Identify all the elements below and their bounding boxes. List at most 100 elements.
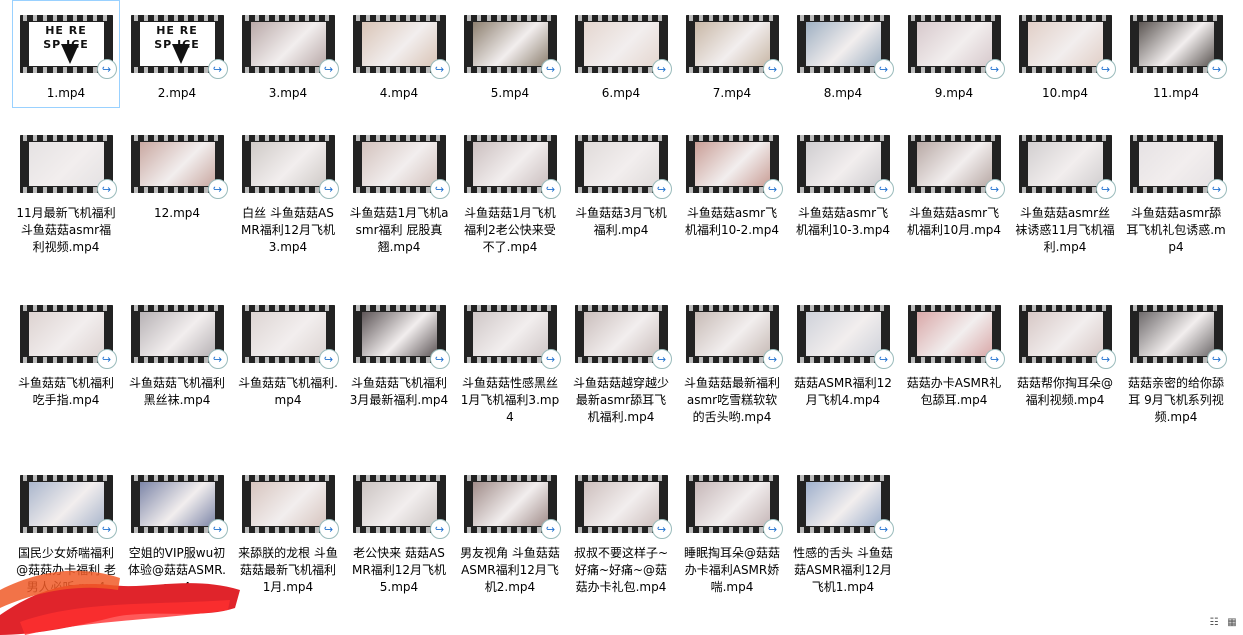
video-thumbnail: ↪	[130, 135, 228, 199]
file-item[interactable]: ↪ 老公快来 菇菇ASMR福利12月飞机5.mp4	[345, 460, 453, 597]
file-item[interactable]: ↪ 性感的舌头 斗鱼菇菇ASMR福利12月飞机1.mp4	[789, 460, 897, 597]
file-item[interactable]: ↪ 空姐的VIP服wu初体验@菇菇ASMR.mp4	[123, 460, 231, 597]
thumbnail-frame	[1027, 142, 1103, 186]
video-thumbnail: ↪	[352, 135, 450, 199]
file-item[interactable]: ↪ 菇菇ASMR福利12月飞机4.mp4	[789, 290, 897, 410]
file-item[interactable]: ↪ 斗鱼菇菇越穿越少最新asmr舔耳飞机福利.mp4	[567, 290, 675, 427]
file-item[interactable]: ↪ 斗鱼菇菇asmr飞机福利10月.mp4	[900, 120, 1008, 240]
file-item[interactable]: ↪ 白丝 斗鱼菇菇ASMR福利12月飞机3.mp4	[234, 120, 342, 257]
shortcut-arrow-icon: ↪	[318, 179, 339, 199]
video-thumbnail: ↪	[19, 135, 117, 199]
video-thumbnail: ↪	[241, 475, 339, 539]
video-thumbnail: ↪	[352, 15, 450, 79]
video-thumbnail: ↪	[19, 305, 117, 369]
file-item[interactable]: ↪ 菇菇办卡ASMR礼包舔耳.mp4	[900, 290, 1008, 410]
thumbnail-frame	[28, 142, 104, 186]
file-item[interactable]: ↪ 男友视角 斗鱼菇菇ASMR福利12月飞机2.mp4	[456, 460, 564, 597]
shortcut-arrow-icon: ↪	[207, 59, 228, 79]
file-item[interactable]: ↪ 斗鱼菇菇飞机福利 黑丝袜.mp4	[123, 290, 231, 410]
file-name: 11.mp4	[1152, 86, 1200, 100]
file-item[interactable]: ↪ 9.mp4	[900, 0, 1008, 103]
file-name: 2.mp4	[157, 86, 197, 100]
thumbnail-frame	[583, 22, 659, 66]
thumbnail-frame	[583, 482, 659, 526]
thumbnail-frame	[139, 312, 215, 356]
shortcut-arrow-icon: ↪	[873, 349, 894, 369]
file-item[interactable]: ↪ 斗鱼菇菇asmr飞机福利10-2.mp4	[678, 120, 786, 240]
file-item[interactable]: ↪ 斗鱼菇菇最新福利asmr吃雪糕软软的舌头哟.mp4	[678, 290, 786, 427]
video-thumbnail: ↪	[241, 135, 339, 199]
file-item[interactable]: ↪ 4.mp4	[345, 0, 453, 103]
file-item[interactable]: HE RE SP ICE ↪ 2.mp4	[123, 0, 231, 103]
file-name: 男友视角 斗鱼菇菇ASMR福利12月飞机2.mp4	[460, 546, 560, 594]
large-icons-view-icon[interactable]: ▦	[1225, 617, 1239, 629]
thumbnail-frame	[139, 142, 215, 186]
video-thumbnail: ↪	[463, 15, 561, 79]
file-item[interactable]: ↪ 11月最新飞机福利 斗鱼菇菇asmr福利视频.mp4	[12, 120, 120, 257]
video-thumbnail: ↪	[796, 475, 894, 539]
video-thumbnail: ↪	[241, 305, 339, 369]
file-item[interactable]: ↪ 斗鱼菇菇飞机福利.mp4	[234, 290, 342, 410]
file-item[interactable]: ↪ 国民少女娇喘福利@菇菇办卡福利 老男人必听.mp4	[12, 460, 120, 597]
shortcut-arrow-icon: ↪	[96, 179, 117, 199]
file-item[interactable]: ↪ 斗鱼菇菇asmr舔耳飞机礼包诱惑.mp4	[1122, 120, 1230, 257]
shortcut-arrow-icon: ↪	[429, 179, 450, 199]
video-thumbnail: ↪	[130, 305, 228, 369]
file-name: 10.mp4	[1041, 86, 1089, 100]
video-thumbnail: ↪	[1018, 135, 1116, 199]
thumbnail-frame	[139, 482, 215, 526]
file-item[interactable]: ↪ 6.mp4	[567, 0, 675, 103]
file-item[interactable]: ↪ 斗鱼菇菇asmr飞机福利10-3.mp4	[789, 120, 897, 240]
file-item[interactable]: ↪ 5.mp4	[456, 0, 564, 103]
video-thumbnail: ↪	[574, 305, 672, 369]
file-name: 斗鱼菇菇asmr舔耳飞机礼包诱惑.mp4	[1126, 206, 1226, 254]
file-item[interactable]: ↪ 来舔朕的龙根 斗鱼菇菇最新飞机福利1月.mp4	[234, 460, 342, 597]
file-item[interactable]: ↪ 斗鱼菇菇asmr丝袜诱惑11月飞机福利.mp4	[1011, 120, 1119, 257]
shortcut-arrow-icon: ↪	[1095, 59, 1116, 79]
file-item[interactable]: ↪ 斗鱼菇菇1月飞机福利2老公快来受不了.mp4	[456, 120, 564, 257]
file-item[interactable]: ↪ 12.mp4	[123, 120, 231, 223]
file-name: 菇菇ASMR福利12月飞机4.mp4	[794, 376, 892, 407]
video-thumbnail: ↪	[463, 135, 561, 199]
shortcut-arrow-icon: ↪	[1206, 179, 1227, 199]
thumbnail-frame	[694, 312, 770, 356]
shortcut-arrow-icon: ↪	[540, 59, 561, 79]
shortcut-arrow-icon: ↪	[762, 59, 783, 79]
video-thumbnail: ↪	[685, 15, 783, 79]
shortcut-arrow-icon: ↪	[318, 349, 339, 369]
file-item[interactable]: ↪ 斗鱼菇菇1月飞机asmr福利 屁股真翘.mp4	[345, 120, 453, 257]
file-item[interactable]: ↪ 睡眠掏耳朵@菇菇办卡福利ASMR娇喘.mp4	[678, 460, 786, 597]
shortcut-arrow-icon: ↪	[96, 519, 117, 539]
thumbnail-frame	[361, 22, 437, 66]
file-item[interactable]: ↪ 叔叔不要这样子~好痛~好痛~@菇菇办卡礼包.mp4	[567, 460, 675, 597]
file-name: 来舔朕的龙根 斗鱼菇菇最新飞机福利1月.mp4	[238, 546, 338, 594]
file-name: 斗鱼菇菇飞机福利 黑丝袜.mp4	[128, 376, 225, 407]
thumbnail-frame	[361, 312, 437, 356]
file-item[interactable]: ↪ 11.mp4	[1122, 0, 1230, 103]
file-item[interactable]: HE RE SP ICE ↪ 1.mp4	[12, 0, 120, 108]
file-name: 斗鱼菇菇最新福利asmr吃雪糕软软的舌头哟.mp4	[683, 376, 780, 424]
file-item[interactable]: ↪ 3.mp4	[234, 0, 342, 103]
file-item[interactable]: ↪ 菇菇亲密的给你舔耳 9月飞机系列视频.mp4	[1122, 290, 1230, 427]
thumbnail-frame	[28, 312, 104, 356]
file-item[interactable]: ↪ 7.mp4	[678, 0, 786, 103]
file-name: 11月最新飞机福利 斗鱼菇菇asmr福利视频.mp4	[16, 206, 116, 254]
video-thumbnail: ↪	[907, 15, 1005, 79]
video-thumbnail: ↪	[463, 475, 561, 539]
shortcut-arrow-icon: ↪	[429, 519, 450, 539]
file-item[interactable]: ↪ 8.mp4	[789, 0, 897, 103]
file-item[interactable]: ↪ 斗鱼菇菇飞机福利3月最新福利.mp4	[345, 290, 453, 410]
file-name: 5.mp4	[490, 86, 530, 100]
video-thumbnail: ↪	[574, 475, 672, 539]
details-view-icon[interactable]: ☷	[1207, 617, 1221, 629]
file-item[interactable]: ↪ 菇菇帮你掏耳朵@福利视频.mp4	[1011, 290, 1119, 410]
shortcut-arrow-icon: ↪	[762, 519, 783, 539]
video-thumbnail: ↪	[685, 135, 783, 199]
shortcut-arrow-icon: ↪	[318, 59, 339, 79]
shortcut-arrow-icon: ↪	[429, 59, 450, 79]
file-item[interactable]: ↪ 斗鱼菇菇3月飞机福利.mp4	[567, 120, 675, 240]
file-item[interactable]: ↪ 斗鱼菇菇飞机福利 吃手指.mp4	[12, 290, 120, 410]
shortcut-arrow-icon: ↪	[651, 179, 672, 199]
file-item[interactable]: ↪ 斗鱼菇菇性感黑丝 1月飞机福利3.mp4	[456, 290, 564, 427]
file-item[interactable]: ↪ 10.mp4	[1011, 0, 1119, 103]
